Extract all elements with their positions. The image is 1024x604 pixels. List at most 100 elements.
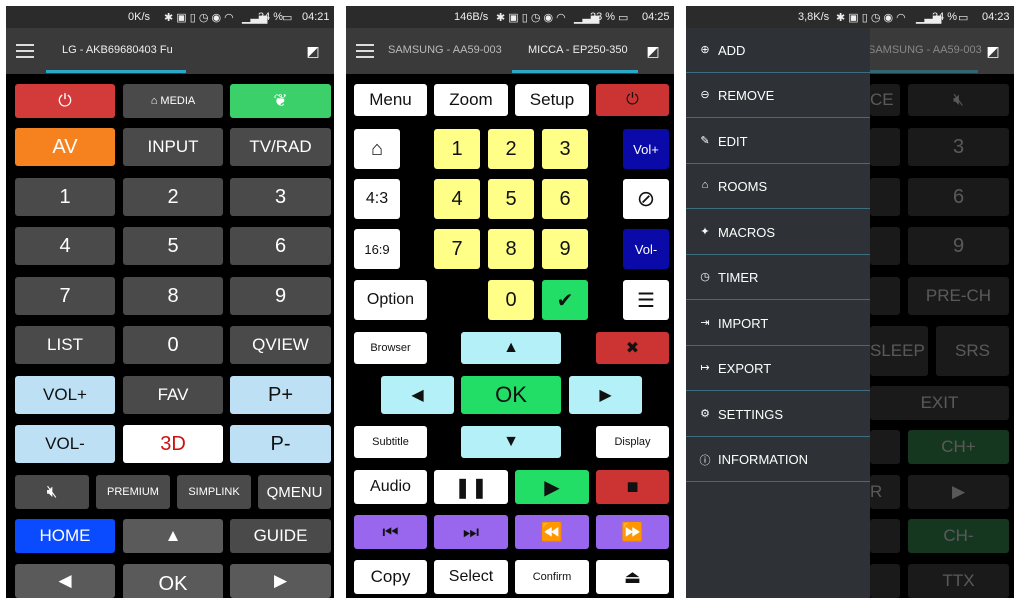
confirm-button[interactable]: Confirm [515,560,589,594]
digit-6-button[interactable]: 6 [542,179,588,219]
bg-key: R [870,475,900,509]
tab-samsung[interactable]: SAMSUNG - AA59-003 [388,44,502,56]
play-button[interactable]: ▶ [515,470,589,504]
eject-button[interactable]: ⏏ [596,560,669,594]
home-button[interactable]: HOME [15,519,115,553]
power-button[interactable]: ⏻ [596,84,669,116]
digit-7-button[interactable]: 7 [434,229,480,269]
right-button[interactable]: ▶ [569,376,642,414]
home-button[interactable]: ⌂ [354,129,400,169]
menu-item-rooms[interactable]: ⌂ ROOMS [686,164,870,209]
tv-rad-button[interactable]: TV/RAD [230,128,331,166]
av-button[interactable]: AV [15,128,115,166]
vol-down-button[interactable]: VOL- [15,425,115,463]
3d-button[interactable]: 3D [123,425,223,463]
browser-button[interactable]: Browser [354,332,427,364]
menu-item-add[interactable]: ⊕ ADD [686,28,870,73]
vol-up-button[interactable]: Vol+ [623,129,669,169]
tab-samsung[interactable]: SAMSUNG - AA59-003 [868,44,982,56]
fast-forward-button[interactable]: ⏩ [596,515,669,549]
digit-8-button[interactable]: 8 [488,229,534,269]
previous-button[interactable]: ⏮ [354,515,427,549]
digit-5-button[interactable]: 5 [488,179,534,219]
confirm-check-button[interactable]: ✔ [542,280,588,320]
input-button[interactable]: INPUT [123,128,223,166]
subtitle-button[interactable]: Subtitle [354,426,427,458]
next-button[interactable]: ⏭ [434,515,508,549]
tab-lg[interactable]: LG - AKB69680403 Fu [62,44,173,56]
rewind-button[interactable]: ⏪ [515,515,589,549]
menu-button[interactable]: Menu [354,84,427,116]
digit-7-button[interactable]: 7 [15,277,115,315]
option-button[interactable]: Option [354,280,427,320]
select-button[interactable]: Select [434,560,508,594]
eco-button[interactable]: ❦ [230,84,331,118]
ok-button[interactable]: OK [123,564,223,598]
up-button[interactable]: ▲ [123,519,223,553]
channel-up-button[interactable]: P+ [230,376,331,414]
menu-item-remove[interactable]: ⊖ REMOVE [686,73,870,118]
left-button[interactable]: ◀ [381,376,454,414]
menu-item-information[interactable]: ⓘ INFORMATION [686,437,870,482]
zoom-button[interactable]: Zoom [434,84,508,116]
remote-app-icon[interactable]: ◩ [644,42,662,60]
simplink-button[interactable]: SIMPLINK [177,475,251,509]
pause-button[interactable]: ❚❚ [434,470,508,504]
display-button[interactable]: Display [596,426,669,458]
aspect-4-3-button[interactable]: 4:3 [354,179,400,219]
play-icon: ▶ [544,476,560,499]
qview-button[interactable]: QVIEW [230,326,331,364]
index-button[interactable]: ☰ [623,280,669,320]
channel-down-button[interactable]: P- [230,425,331,463]
menu-item-timer[interactable]: ◷ TIMER [686,255,870,300]
menu-item-macros[interactable]: ✦ MACROS [686,210,870,255]
digit-4-button[interactable]: 4 [434,179,480,219]
menu-item-edit[interactable]: ✎ EDIT [686,119,870,164]
vol-up-button[interactable]: VOL+ [15,376,115,414]
vol-down-button[interactable]: Vol- [623,229,669,269]
digit-3-button[interactable]: 3 [230,178,331,216]
qmenu-button[interactable]: QMENU [258,475,331,509]
menu-icon[interactable] [16,44,34,58]
menu-icon[interactable] [356,44,374,58]
audio-button[interactable]: Audio [354,470,427,504]
list-button[interactable]: LIST [15,326,115,364]
digit-8-button[interactable]: 8 [123,277,223,315]
setup-button[interactable]: Setup [515,84,589,116]
digit-9-button[interactable]: 9 [230,277,331,315]
copy-button[interactable]: Copy [354,560,427,594]
digit-2-button[interactable]: 2 [488,129,534,169]
up-button[interactable]: ▲ [461,332,561,364]
stop-button[interactable]: ■ [596,470,669,504]
digit-4-button[interactable]: 4 [15,227,115,265]
digit-9-button[interactable]: 9 [542,229,588,269]
digit-1-button[interactable]: 1 [15,178,115,216]
menu-item-export[interactable]: ↦ EXPORT [686,346,870,391]
digit-5-button[interactable]: 5 [123,227,223,265]
tab-micca[interactable]: MICCA - EP250-350 [528,44,628,56]
close-button[interactable]: ✖ [596,332,669,364]
mute-button[interactable]: ⊘ [623,179,669,219]
bg-srs: SRS [936,326,1009,376]
down-button[interactable]: ▼ [461,426,561,458]
digit-3-button[interactable]: 3 [542,129,588,169]
menu-item-settings[interactable]: ⚙ SETTINGS [686,392,870,437]
guide-button[interactable]: GUIDE [230,519,331,553]
aspect-16-9-button[interactable]: 16:9 [354,229,400,269]
fav-button[interactable]: FAV [123,376,223,414]
media-button[interactable]: ⌂ MEDIA [123,84,223,118]
digit-0-button[interactable]: 0 [123,326,223,364]
digit-1-button[interactable]: 1 [434,129,480,169]
digit-6-button[interactable]: 6 [230,227,331,265]
right-button[interactable]: ▶ [230,564,331,598]
left-button[interactable]: ◀ [15,564,115,598]
menu-item-import[interactable]: ⇥ IMPORT [686,301,870,346]
premium-button[interactable]: PREMIUM [96,475,170,509]
ok-button[interactable]: OK [461,376,561,414]
remote-app-icon[interactable]: ◩ [304,42,322,60]
mute-button[interactable]: 🔇︎ [15,475,89,509]
power-button[interactable]: ⏻ [15,84,115,118]
digit-0-button[interactable]: 0 [488,280,534,320]
digit-2-button[interactable]: 2 [123,178,223,216]
remote-app-icon[interactable]: ◩ [984,42,1002,60]
